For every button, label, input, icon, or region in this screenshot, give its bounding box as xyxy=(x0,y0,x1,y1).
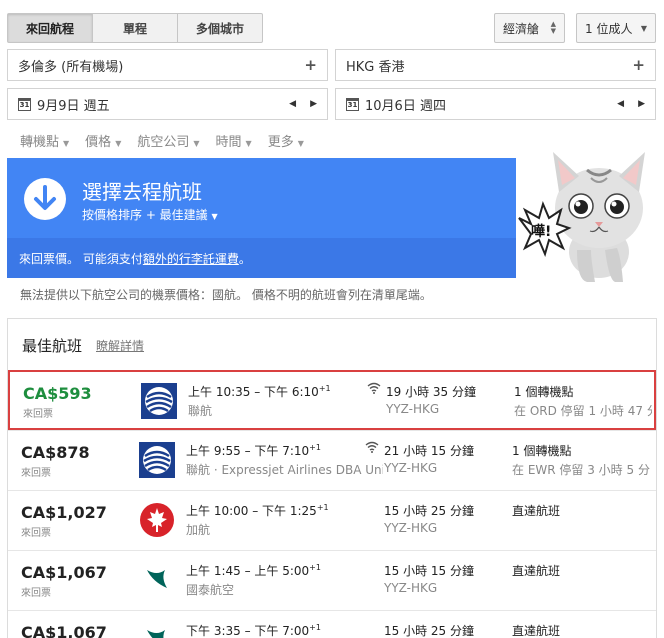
calendar-icon: 31 xyxy=(18,97,31,111)
flight-times: 上午 9:55 – 下午 7:10+1 xyxy=(186,443,321,458)
banner-title: 選擇去程航班 xyxy=(82,180,202,204)
flight-times: 上午 10:35 – 下午 6:10+1 xyxy=(188,384,331,399)
flight-row[interactable]: CA$1,067 下午 3:35 – 下午 7:00+1 15 小時 25 分鐘… xyxy=(8,610,656,638)
filter-price[interactable]: 價格 ▼ xyxy=(85,131,121,150)
flight-price: CA$1,067 xyxy=(21,563,107,582)
filter-stops[interactable]: 轉機點 ▼ xyxy=(20,131,69,150)
prev-date-icon[interactable]: ◀ xyxy=(617,99,624,109)
cabin-select[interactable]: 經濟艙 ▲ ▼ xyxy=(494,13,565,43)
layover-info: 在 EWR 停留 3 小時 5 分鐘 xyxy=(512,463,650,477)
filter-times[interactable]: 時間 ▼ xyxy=(216,131,252,150)
flight-times: 上午 10:00 – 下午 1:25+1 xyxy=(186,503,329,518)
price-notice: 無法提供以下航空公司的機票價格：國航。 價格不明的航班會列在清單尾端。 xyxy=(20,288,432,302)
tab-round-trip[interactable]: 來回航程 xyxy=(8,14,93,42)
fare-type: 來回票 xyxy=(21,588,51,599)
tab-multi-city[interactable]: 多個城市 xyxy=(178,14,262,42)
flight-stops: 1 個轉機點 xyxy=(514,385,574,399)
sort-dropdown[interactable]: 按價格排序 + 最佳建議 ▼ xyxy=(82,206,218,223)
united-logo-icon xyxy=(141,383,177,419)
cat-illustration: 嘩! xyxy=(517,140,664,285)
cathay-logo-icon xyxy=(147,570,167,588)
flight-price: CA$1,067 xyxy=(21,623,107,638)
flight-price: CA$593 xyxy=(23,384,92,403)
origin-field[interactable]: 多倫多 (所有機場) + xyxy=(7,49,328,81)
flight-times: 下午 3:35 – 下午 7:00+1 xyxy=(186,623,321,638)
flight-route: YYZ-HKG xyxy=(384,581,438,595)
filter-more[interactable]: 更多 ▼ xyxy=(268,131,304,150)
cabin-value: 經濟艙 xyxy=(503,21,540,36)
next-date-icon[interactable]: ▶ xyxy=(310,99,317,109)
next-date-icon[interactable]: ▶ xyxy=(638,99,645,109)
flight-stops: 1 個轉機點 xyxy=(512,444,572,458)
destination-field[interactable]: HKG 香港 + xyxy=(335,49,656,81)
up-down-icon: ▲ ▼ xyxy=(550,20,556,35)
caret-down-icon: ▼ xyxy=(193,139,200,148)
flight-route: YYZ-HKG xyxy=(384,461,438,475)
fare-type: 來回票 xyxy=(23,409,53,420)
caret-down-icon: ▼ xyxy=(115,139,122,148)
calendar-icon: 31 xyxy=(346,97,359,111)
flight-duration: 15 小時 25 分鐘 xyxy=(384,504,474,518)
return-date-value: 10月6日 週四 xyxy=(365,98,446,114)
flight-row[interactable]: CA$878 來回票 上午 9:55 – 下午 7:10+1 聯航 · Expr… xyxy=(8,430,656,490)
prev-date-icon[interactable]: ◀ xyxy=(289,99,296,109)
flight-route: YYZ-HKG xyxy=(384,521,438,535)
flight-duration: 19 小時 35 分鐘 xyxy=(386,385,476,399)
flight-stops: 直達航班 xyxy=(512,504,561,518)
chevron-down-icon: ▼ xyxy=(640,23,647,33)
wifi-icon xyxy=(367,382,381,397)
passengers-value: 1 位成人 xyxy=(585,21,633,36)
caret-down-icon: ▼ xyxy=(245,139,252,148)
fare-type: 來回票 xyxy=(21,528,51,539)
flight-stops: 直達航班 xyxy=(512,564,561,578)
arrow-down-circle-icon xyxy=(24,178,66,220)
caret-down-icon: ▼ xyxy=(63,139,70,148)
air-canada-logo-icon xyxy=(140,503,174,537)
flight-price: CA$878 xyxy=(21,443,90,462)
baggage-fee-link[interactable]: 額外的行李託運費 xyxy=(143,250,239,267)
plus-icon[interactable]: + xyxy=(632,56,645,74)
flight-price: CA$1,027 xyxy=(21,503,107,522)
flight-stops: 直達航班 xyxy=(512,624,561,638)
caret-down-icon: ▼ xyxy=(297,139,304,148)
flight-duration: 15 小時 15 分鐘 xyxy=(384,564,474,578)
trip-type-tabs: 來回航程 單程 多個城市 xyxy=(7,13,263,43)
flight-row[interactable]: CA$1,067 來回票 上午 1:45 – 上午 5:00+1 國泰航空 15… xyxy=(8,550,656,610)
wifi-icon xyxy=(365,441,379,456)
flight-route: YYZ-HKG xyxy=(386,402,440,416)
flight-times: 上午 1:45 – 上午 5:00+1 xyxy=(186,563,321,578)
layover-info: 在 ORD 停留 1 小時 47 分鐘 xyxy=(514,404,652,418)
cathay-logo-icon xyxy=(147,630,165,638)
flight-duration: 15 小時 25 分鐘 xyxy=(384,624,474,638)
tab-one-way[interactable]: 單程 xyxy=(93,14,178,42)
fare-note: 來回票價。 可能須支付 額外的行李託運費。 xyxy=(7,238,516,278)
airline-name: 聯航 xyxy=(188,404,213,418)
airline-name: 加航 xyxy=(186,523,211,537)
fare-type: 來回票 xyxy=(21,468,51,479)
depart-date-field[interactable]: 31 9月9日 週五 ◀ ▶ xyxy=(7,88,328,120)
filter-bar: 轉機點 ▼ 價格 ▼ 航空公司 ▼ 時間 ▼ 更多 ▼ xyxy=(20,131,304,150)
learn-more-link[interactable]: 瞭解詳情 xyxy=(96,337,144,354)
destination-value: HKG 香港 xyxy=(346,59,405,75)
filter-airlines[interactable]: 航空公司 ▼ xyxy=(137,131,199,150)
cat-caption: 嘩! xyxy=(531,223,551,240)
depart-date-value: 9月9日 週五 xyxy=(37,98,110,114)
flight-row[interactable]: CA$1,027 來回票 上午 10:00 – 下午 1:25+1 加航 15 … xyxy=(8,490,656,550)
origin-value: 多倫多 (所有機場) xyxy=(18,59,124,75)
return-date-field[interactable]: 31 10月6日 週四 ◀ ▶ xyxy=(335,88,656,120)
airline-name: 國泰航空 xyxy=(186,583,235,597)
caret-down-icon: ▼ xyxy=(211,212,218,221)
best-flights-title: 最佳航班 xyxy=(22,337,83,355)
passengers-select[interactable]: 1 位成人 ▼ xyxy=(576,13,656,43)
flight-duration: 21 小時 15 分鐘 xyxy=(384,444,474,458)
select-flight-banner: 選擇去程航班 按價格排序 + 最佳建議 ▼ xyxy=(7,158,516,238)
plus-icon[interactable]: + xyxy=(304,56,317,74)
airline-name: 聯航 · Expressjet Airlines DBA United Expr… xyxy=(186,463,383,477)
united-logo-icon xyxy=(139,442,175,478)
flight-row[interactable]: CA$593 來回票 上午 10:35 – 下午 6:10+1 聯航 19 小時… xyxy=(8,370,656,430)
